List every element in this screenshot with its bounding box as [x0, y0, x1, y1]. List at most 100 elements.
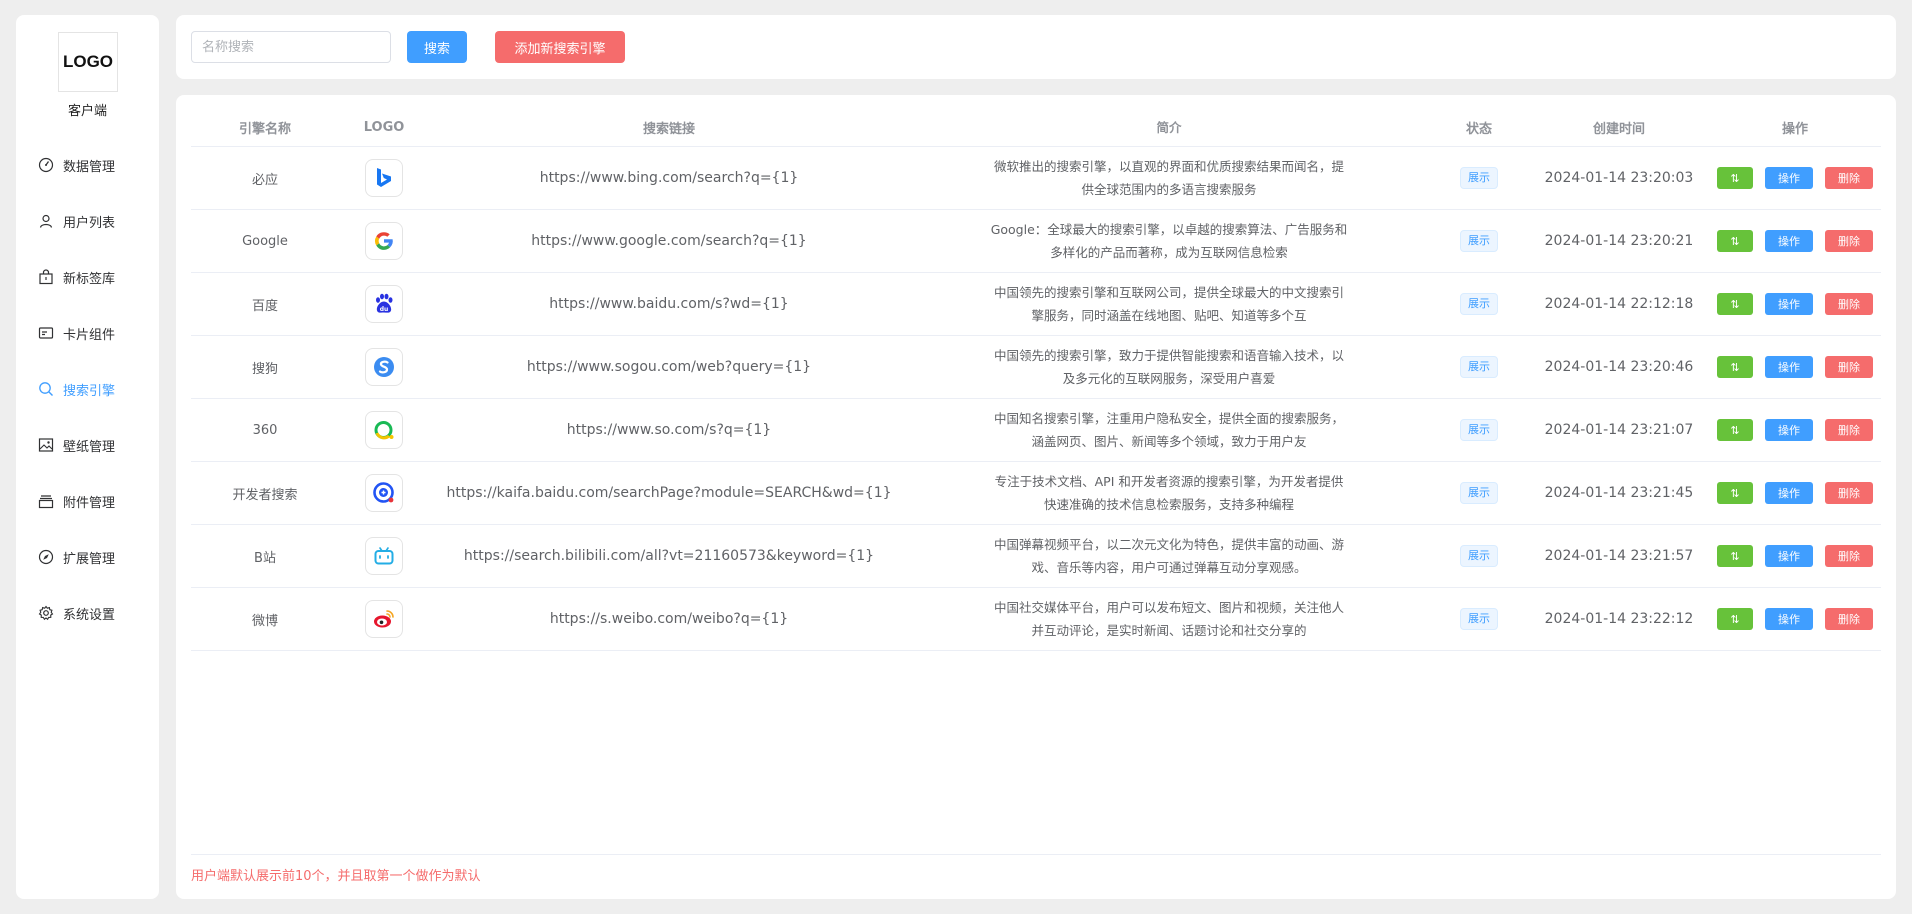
sort-button[interactable]: ⇅ — [1717, 230, 1753, 252]
logo: LOGO — [58, 32, 118, 92]
sort-button[interactable]: ⇅ — [1717, 419, 1753, 441]
header-status: 状态 — [1465, 121, 1492, 137]
search-button[interactable]: 搜索 — [407, 31, 467, 63]
search-input[interactable] — [191, 31, 391, 63]
engine-name: 必应 — [251, 172, 278, 188]
delete-button[interactable]: 删除 — [1825, 230, 1873, 252]
engine-url: https://www.baidu.com/s?wd={1} — [549, 296, 789, 312]
edit-button[interactable]: 操作 — [1765, 293, 1813, 315]
engine-url: https://www.sogou.com/web?query={1} — [526, 359, 812, 375]
header-url: 搜索链接 — [642, 121, 695, 137]
engine-name: 搜狗 — [251, 361, 278, 377]
row-actions: ⇅ 操作 删除 — [1709, 482, 1881, 504]
edit-button[interactable]: 操作 — [1765, 608, 1813, 630]
status-badge: 展示 — [1460, 293, 1498, 315]
created-time: 2024-01-14 23:21:57 — [1544, 548, 1694, 564]
sidebar-item-settings[interactable]: 系统设置 — [16, 585, 159, 641]
status-badge: 展示 — [1460, 419, 1498, 441]
sidebar-item-tags[interactable]: 新标签库 — [16, 249, 159, 305]
dashboard-icon — [38, 157, 54, 173]
delete-button[interactable]: 删除 — [1825, 545, 1873, 567]
engine-url: https://www.bing.com/search?q={1} — [539, 170, 799, 186]
engine-desc: Google：全球最大的搜索引擎，以卓越的搜索算法、广告服务和 多样化的产品而著称… — [990, 222, 1348, 260]
sidebar-item-label: 附件管理 — [63, 495, 116, 511]
delete-button[interactable]: 删除 — [1825, 419, 1873, 441]
engine-name: 百度 — [251, 298, 278, 314]
compass-icon — [38, 549, 54, 565]
edit-button[interactable]: 操作 — [1765, 356, 1813, 378]
table-row: 微博 https://s.weibo.com/weibo?q={1} 中国社交媒… — [191, 588, 1881, 651]
edit-button[interactable]: 操作 — [1765, 545, 1813, 567]
engine-desc: 专注于技术文档、API 和开发者资源的搜索引擎，为开发者提供 快速准确的技术信息检… — [994, 474, 1344, 512]
sidebar-item-label: 卡片组件 — [63, 327, 116, 343]
status-badge: 展示 — [1460, 230, 1498, 252]
sort-button[interactable]: ⇅ — [1717, 356, 1753, 378]
engine-name: 微博 — [251, 613, 278, 629]
edit-button[interactable]: 操作 — [1765, 482, 1813, 504]
sort-button[interactable]: ⇅ — [1717, 482, 1753, 504]
sidebar-item-label: 数据管理 — [63, 159, 116, 175]
header-logo: LOGO — [363, 119, 405, 135]
sidebar-item-users[interactable]: 用户列表 — [16, 193, 159, 249]
table-row: 百度 du https://www.baidu.com/s?wd={1} 中国领… — [191, 273, 1881, 336]
engines-table: 引擎名称 LOGO 搜索链接 简介 状态 创建时间 操作 必应 https://… — [191, 108, 1881, 651]
sidebar-item-wallpapers[interactable]: 壁纸管理 — [16, 417, 159, 473]
sidebar-item-label: 扩展管理 — [63, 551, 116, 567]
sidebar-item-attachments[interactable]: 附件管理 — [16, 473, 159, 529]
sidebar-item-cards[interactable]: 卡片组件 — [16, 305, 159, 361]
edit-button[interactable]: 操作 — [1765, 167, 1813, 189]
sort-button[interactable]: ⇅ — [1717, 167, 1753, 189]
svg-text:du: du — [380, 306, 389, 313]
table-row: 360 https://www.so.com/s?q={1} 中国知名搜索引擎，… — [191, 399, 1881, 462]
created-time: 2024-01-14 23:21:07 — [1544, 422, 1694, 438]
row-actions: ⇅ 操作 删除 — [1709, 230, 1881, 252]
edit-button[interactable]: 操作 — [1765, 230, 1813, 252]
header-desc: 简介 — [1156, 119, 1182, 135]
google-logo-icon — [365, 222, 403, 260]
status-badge: 展示 — [1460, 608, 1498, 630]
engine-desc: 中国知名搜索引擎，注重用户隐私安全，提供全面的搜索服务， 涵盖网页、图片、新闻等多… — [993, 411, 1344, 449]
footer-note: 用户端默认展示前10个，并且取第一个做作为默认 — [191, 869, 481, 884]
delete-button[interactable]: 删除 — [1825, 482, 1873, 504]
delete-button[interactable]: 删除 — [1825, 608, 1873, 630]
weibo-logo-icon — [365, 600, 403, 638]
app-caption: 客户端 — [67, 104, 107, 119]
add-engine-button[interactable]: 添加新搜索引擎 — [495, 31, 625, 63]
sidebar-item-data[interactable]: 数据管理 — [16, 137, 159, 193]
row-actions: ⇅ 操作 删除 — [1709, 356, 1881, 378]
main-panel: 引擎名称 LOGO 搜索链接 简介 状态 创建时间 操作 必应 https://… — [176, 95, 1896, 899]
engine-url: https://kaifa.baidu.com/searchPage?modul… — [446, 485, 892, 501]
row-actions: ⇅ 操作 删除 — [1709, 293, 1881, 315]
edit-button[interactable]: 操作 — [1765, 419, 1813, 441]
engine-url: https://search.bilibili.com/all?vt=21160… — [463, 548, 875, 564]
delete-button[interactable]: 删除 — [1825, 293, 1873, 315]
user-icon — [38, 213, 54, 229]
sort-button[interactable]: ⇅ — [1717, 545, 1753, 567]
status-badge: 展示 — [1460, 167, 1498, 189]
header-time: 创建时间 — [1592, 121, 1645, 137]
box-icon — [38, 493, 54, 509]
sidebar-item-label: 系统设置 — [63, 607, 116, 623]
table-row: 搜狗 https://www.sogou.com/web?query={1} 中… — [191, 336, 1881, 399]
sidebar-item-extensions[interactable]: 扩展管理 — [16, 529, 159, 585]
sogou-logo-icon — [365, 348, 403, 386]
picture-icon — [38, 437, 54, 453]
engine-url: https://s.weibo.com/weibo?q={1} — [549, 611, 789, 627]
baidu-logo-icon: du — [365, 285, 403, 323]
created-time: 2024-01-14 23:20:21 — [1544, 233, 1694, 249]
table-row: Google https://www.google.com/search?q={… — [191, 210, 1881, 273]
delete-button[interactable]: 删除 — [1825, 356, 1873, 378]
sidebar-item-search-engines[interactable]: 搜索引擎 — [16, 361, 159, 417]
table-row: 必应 https://www.bing.com/search?q={1} 微软推… — [191, 147, 1881, 210]
sort-button[interactable]: ⇅ — [1717, 608, 1753, 630]
table-row: B站 https://search.bilibili.com/all?vt=21… — [191, 525, 1881, 588]
delete-button[interactable]: 删除 — [1825, 167, 1873, 189]
bing-logo-icon — [365, 159, 403, 197]
created-time: 2024-01-14 23:20:46 — [1544, 359, 1694, 375]
search-icon — [38, 381, 54, 397]
sort-button[interactable]: ⇅ — [1717, 293, 1753, 315]
sidebar-item-label: 壁纸管理 — [63, 439, 116, 455]
table-header: 引擎名称 LOGO 搜索链接 简介 状态 创建时间 操作 — [191, 108, 1881, 147]
header-name: 引擎名称 — [238, 121, 291, 137]
created-time: 2024-01-14 22:12:18 — [1544, 296, 1694, 312]
